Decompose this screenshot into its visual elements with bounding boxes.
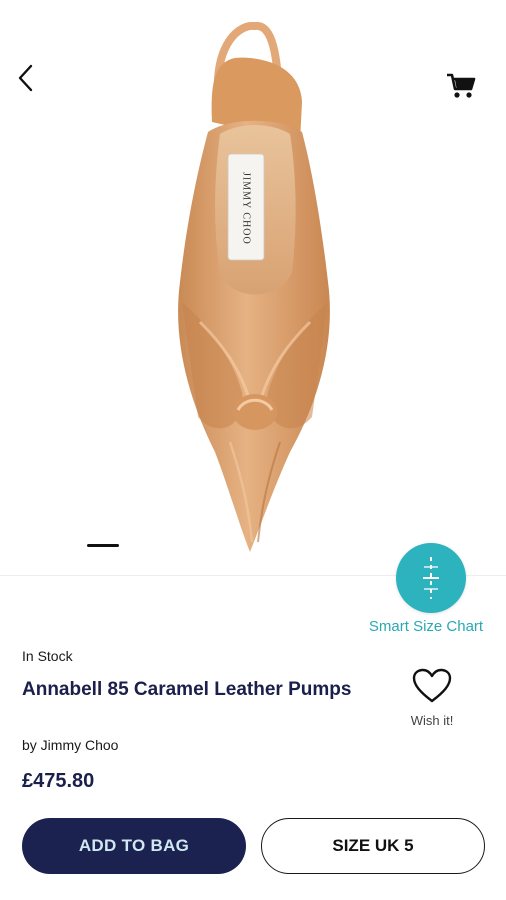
- product-image: [178, 22, 330, 552]
- product-brand[interactable]: by Jimmy Choo: [22, 737, 118, 753]
- size-selector-button[interactable]: SIZE UK 5: [261, 818, 485, 874]
- cart-button[interactable]: [443, 68, 479, 104]
- heart-outline-icon: [412, 668, 452, 703]
- product-price: £475.80: [22, 770, 95, 792]
- back-button[interactable]: [10, 60, 42, 96]
- chevron-left-icon: [18, 64, 33, 92]
- wishlist-button[interactable]: Wish it!: [398, 668, 466, 732]
- shopping-cart-icon: [447, 73, 476, 98]
- smart-size-chart-button[interactable]: [396, 543, 466, 613]
- smart-size-chart-label[interactable]: Smart Size Chart: [350, 618, 502, 635]
- stock-status: In Stock: [22, 648, 73, 664]
- carousel-page-indicator[interactable]: [87, 544, 119, 547]
- add-to-bag-button[interactable]: ADD TO BAG: [22, 818, 246, 874]
- size-measure-icon: [423, 557, 439, 599]
- wishlist-label: Wish it!: [410, 713, 454, 728]
- product-image-gallery[interactable]: JIMMY CHOO: [0, 0, 506, 575]
- product-title: Annabell 85 Caramel Leather Pumps: [22, 679, 352, 700]
